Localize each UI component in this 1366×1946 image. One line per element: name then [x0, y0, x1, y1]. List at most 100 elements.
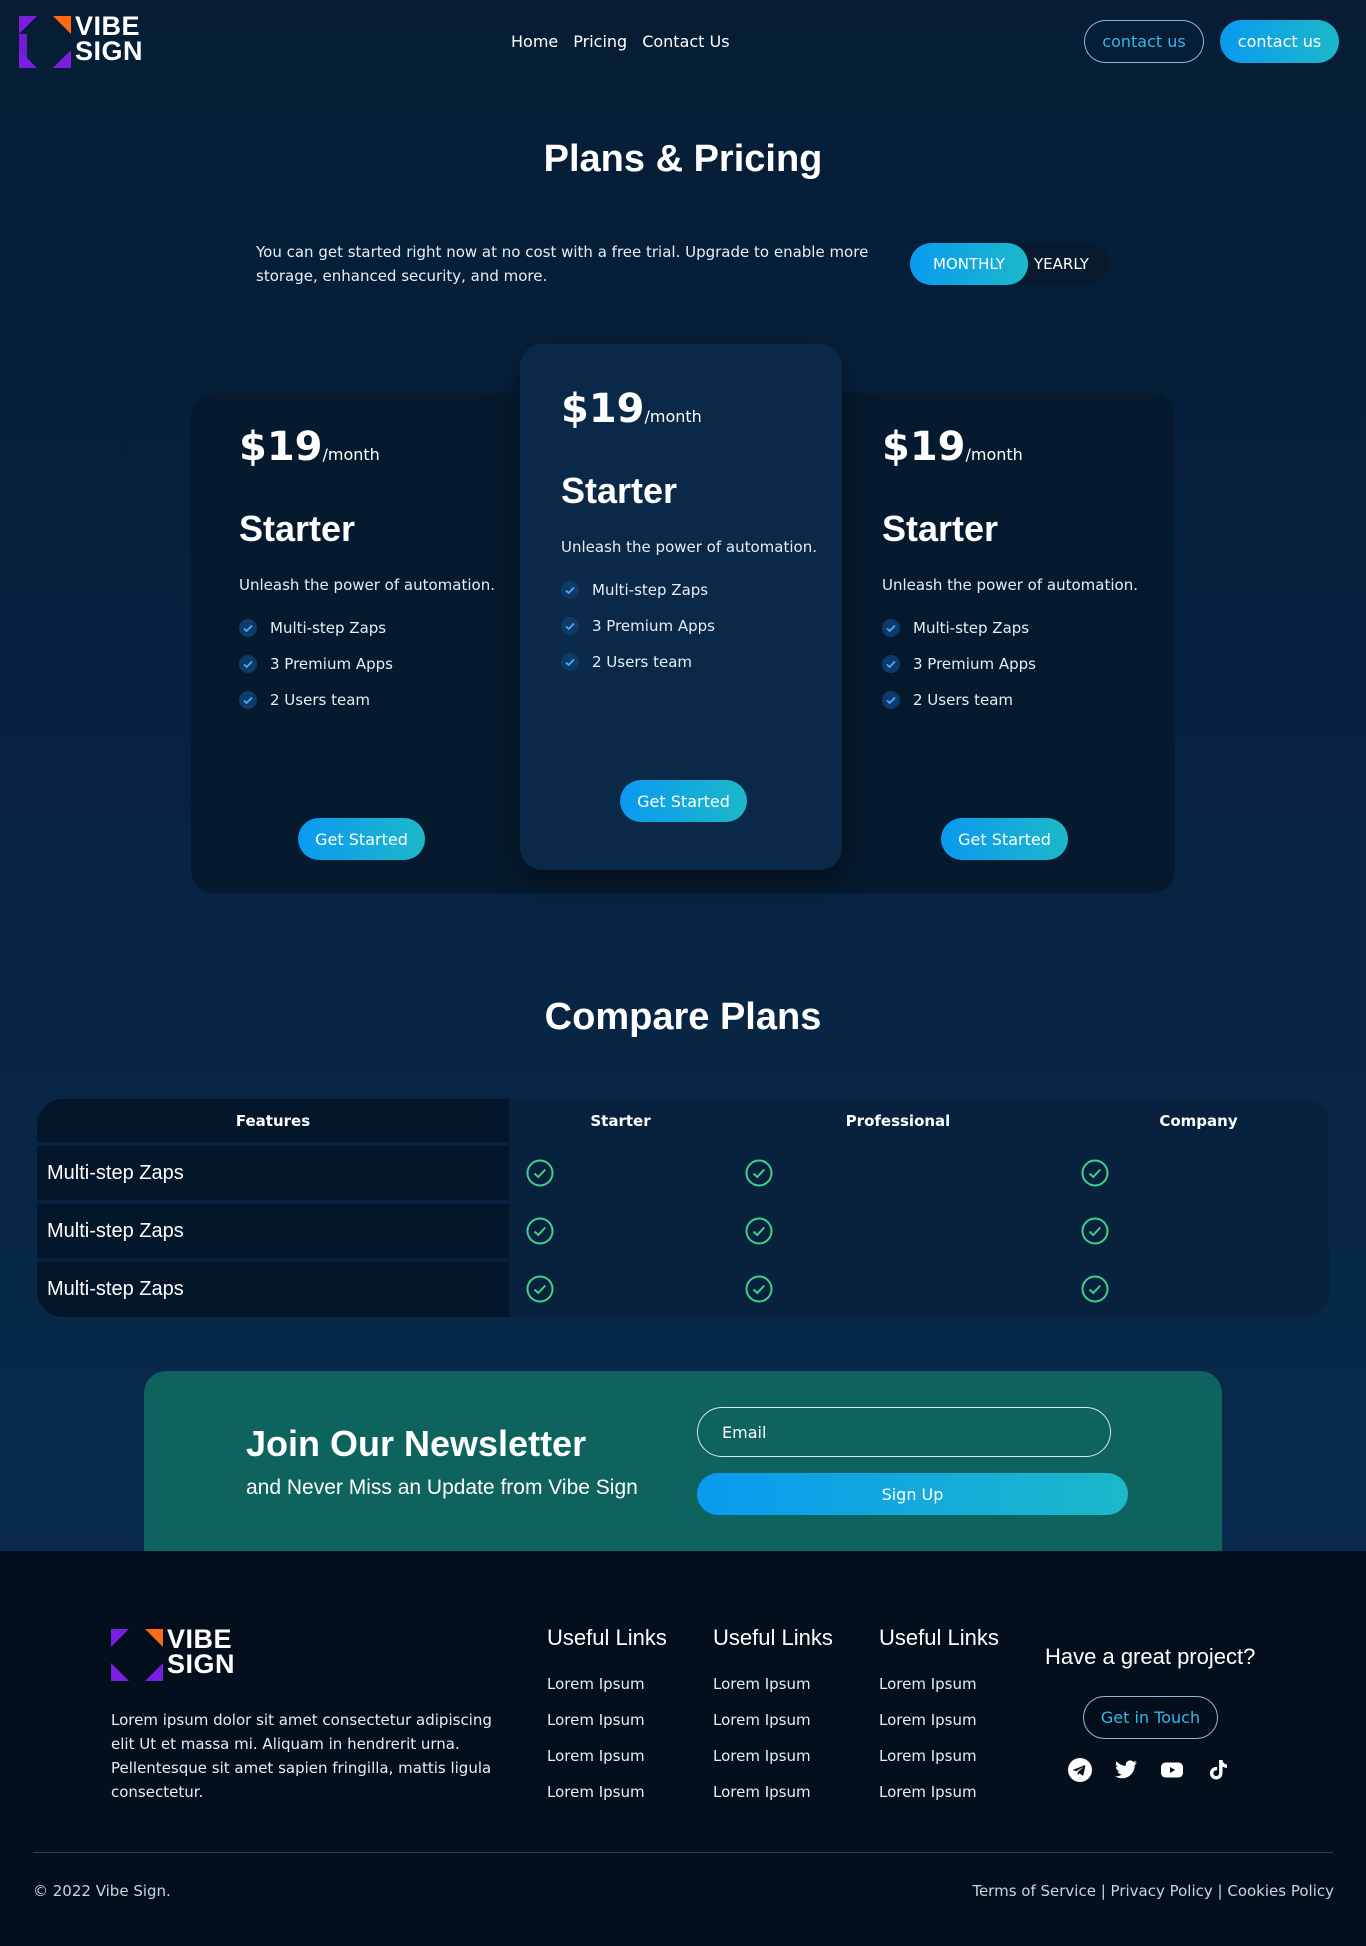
telegram-icon[interactable] [1068, 1758, 1092, 1782]
sign-up-button[interactable]: Sign Up [697, 1473, 1128, 1515]
table-row-feature: Multi-step Zaps [37, 1146, 509, 1200]
card-2-amount: $19 [561, 386, 645, 432]
footer-link[interactable]: Lorem Ipsum [547, 1747, 645, 1765]
feature-label: 2 Users team [270, 691, 370, 709]
card-2-price: $19/month [561, 386, 702, 432]
card-1-desc: Unleash the power of automation. [239, 576, 495, 594]
card-2-get-started-button[interactable]: Get Started [620, 780, 747, 822]
card-3-period: /month [965, 445, 1023, 464]
check-icon [561, 581, 579, 599]
nav-home[interactable]: Home [511, 32, 558, 51]
footer-link[interactable]: Lorem Ipsum [713, 1783, 811, 1801]
project-title: Have a great project? [1045, 1644, 1256, 1669]
footer-link[interactable]: Lorem Ipsum [547, 1783, 645, 1801]
footer-brand-logo[interactable]: VIBE SIGN [111, 1626, 241, 1683]
check-circle-icon [526, 1275, 554, 1303]
footer-link[interactable]: Lorem Ipsum [547, 1711, 645, 1729]
check-icon [561, 653, 579, 671]
card-1-period: /month [322, 445, 380, 464]
table-cell [513, 1146, 728, 1200]
pricing-card-2: $19/month Starter Unleash the power of a… [520, 344, 842, 870]
check-circle-icon [1081, 1159, 1109, 1187]
col-header-professional: Professional [732, 1099, 1064, 1142]
check-circle-icon [1081, 1275, 1109, 1303]
newsletter-section: Join Our Newsletter and Never Miss an Up… [144, 1371, 1222, 1551]
footer-link[interactable]: Lorem Ipsum [879, 1783, 977, 1801]
legal-links[interactable]: Terms of Service | Privacy Policy | Cook… [972, 1882, 1334, 1900]
table-cell [1068, 1204, 1329, 1258]
email-input[interactable] [697, 1407, 1111, 1457]
twitter-icon[interactable] [1114, 1758, 1138, 1782]
card-3-amount: $19 [882, 424, 966, 470]
check-circle-icon [745, 1217, 773, 1245]
card-1-amount: $19 [239, 424, 323, 470]
pricing-title: Plans & Pricing [543, 138, 823, 180]
footer-col-1-title: Useful Links [547, 1625, 667, 1650]
card-1-feature: Multi-step Zaps [239, 619, 386, 637]
check-icon [239, 619, 257, 637]
feature-label: 2 Users team [592, 653, 692, 671]
card-2-plan-name: Starter [561, 470, 678, 511]
main-nav: Home Pricing Contact Us [511, 32, 730, 51]
feature-label: 3 Premium Apps [592, 617, 715, 635]
check-icon [882, 655, 900, 673]
card-1-feature: 3 Premium Apps [239, 655, 393, 673]
table-cell [513, 1204, 728, 1258]
youtube-icon[interactable] [1160, 1758, 1184, 1782]
newsletter-title: Join Our Newsletter [246, 1423, 587, 1464]
card-1-get-started-button[interactable]: Get Started [298, 818, 425, 860]
footer-description: Lorem ipsum dolor sit amet consectetur a… [111, 1711, 492, 1801]
check-icon [239, 691, 257, 709]
contact-us-outline-button[interactable]: contact us [1084, 20, 1204, 63]
check-icon [882, 619, 900, 637]
card-3-get-started-button[interactable]: Get Started [941, 818, 1068, 860]
toggle-monthly[interactable]: MONTHLY [910, 243, 1028, 285]
billing-toggle[interactable]: MONTHLY YEARLY [910, 243, 1110, 285]
card-3-price: $19/month [882, 424, 1023, 470]
footer-link[interactable]: Lorem Ipsum [879, 1675, 977, 1693]
check-icon [561, 617, 579, 635]
nav-pricing[interactable]: Pricing [573, 32, 627, 51]
toggle-yearly[interactable]: YEARLY [1034, 243, 1089, 285]
check-circle-icon [745, 1275, 773, 1303]
footer-link[interactable]: Lorem Ipsum [713, 1675, 811, 1693]
card-3-feature: 2 Users team [882, 691, 1013, 709]
footer-divider [33, 1852, 1333, 1853]
logo-mark-icon [19, 16, 71, 68]
footer-brand-line-2: SIGN [167, 1649, 236, 1679]
table-cell [1068, 1262, 1329, 1317]
compare-table: Features Starter Professional Company Mu… [37, 1099, 1329, 1317]
card-1-feature: 2 Users team [239, 691, 370, 709]
table-cell [1068, 1146, 1329, 1200]
feature-label: Multi-step Zaps [270, 619, 387, 637]
footer-col-2-title: Useful Links [713, 1625, 833, 1650]
nav-contact[interactable]: Contact Us [642, 32, 729, 51]
copyright: © 2022 Vibe Sign. [33, 1882, 171, 1900]
card-3-feature: 3 Premium Apps [882, 655, 1036, 673]
card-2-feature: 2 Users team [561, 653, 692, 671]
footer-link[interactable]: Lorem Ipsum [547, 1675, 645, 1693]
feature-label: 3 Premium Apps [270, 655, 393, 673]
feature-label: 3 Premium Apps [913, 655, 1036, 673]
brand-line-2: SIGN [75, 36, 144, 66]
card-1-price: $19/month [239, 424, 380, 470]
get-in-touch-button[interactable]: Get in Touch [1083, 1696, 1218, 1739]
footer-link[interactable]: Lorem Ipsum [713, 1747, 811, 1765]
check-icon [882, 691, 900, 709]
feature-label: Multi-step Zaps [592, 581, 709, 599]
contact-us-button[interactable]: contact us [1220, 20, 1339, 63]
card-2-feature: Multi-step Zaps [561, 581, 708, 599]
col-header-starter: Starter [513, 1099, 728, 1142]
footer-link[interactable]: Lorem Ipsum [879, 1747, 977, 1765]
card-1-plan-name: Starter [239, 508, 356, 549]
footer-link[interactable]: Lorem Ipsum [713, 1711, 811, 1729]
footer-link[interactable]: Lorem Ipsum [879, 1711, 977, 1729]
feature-label: Multi-step Zaps [913, 619, 1030, 637]
tiktok-icon[interactable] [1206, 1758, 1230, 1782]
table-cell [732, 1146, 1064, 1200]
card-3-plan-name: Starter [882, 508, 999, 549]
footer: VIBE SIGN Lorem ipsum dolor sit amet con… [0, 1551, 1366, 1946]
brand-logo[interactable]: VIBE SIGN [19, 13, 149, 70]
check-circle-icon [1081, 1217, 1109, 1245]
check-icon [239, 655, 257, 673]
